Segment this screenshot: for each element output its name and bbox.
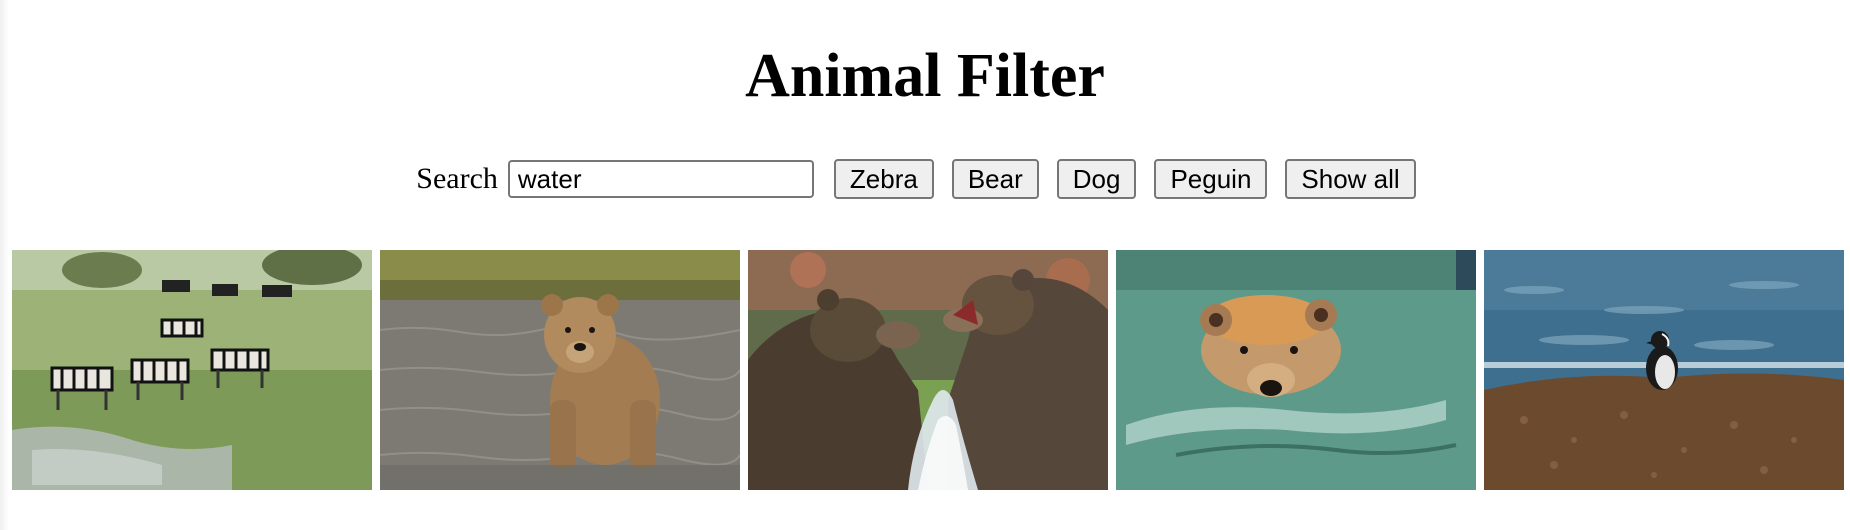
- zebra-photo-illustration: [12, 250, 372, 490]
- image-gallery: [12, 250, 1844, 490]
- zebra-image[interactable]: [12, 250, 372, 490]
- penguin-image[interactable]: [1484, 250, 1844, 490]
- page: Animal Filter Search Zebra Bear Dog Pegu…: [0, 0, 1850, 530]
- dog-filter-button[interactable]: Dog: [1056, 159, 1137, 199]
- bear-standing-photo-illustration: [380, 250, 740, 490]
- bears-fighting-photo-illustration: [748, 250, 1108, 490]
- bear-swimming-image[interactable]: [1116, 250, 1476, 490]
- zebra-filter-button[interactable]: Zebra: [833, 159, 934, 199]
- bear-swimming-photo-illustration: [1116, 250, 1476, 490]
- page-title: Animal Filter: [745, 42, 1105, 110]
- search-input[interactable]: [507, 160, 814, 198]
- bears-fighting-image[interactable]: [748, 250, 1108, 490]
- bear-filter-button[interactable]: Bear: [951, 159, 1039, 199]
- penguin-filter-button[interactable]: Peguin: [1154, 159, 1268, 199]
- bear-standing-image[interactable]: [380, 250, 740, 490]
- show-all-button[interactable]: Show all: [1285, 159, 1416, 199]
- filter-controls: Search Zebra Bear Dog Peguin Show all: [0, 158, 1850, 200]
- search-label: Search: [416, 162, 498, 195]
- penguin-photo-illustration: [1484, 250, 1844, 490]
